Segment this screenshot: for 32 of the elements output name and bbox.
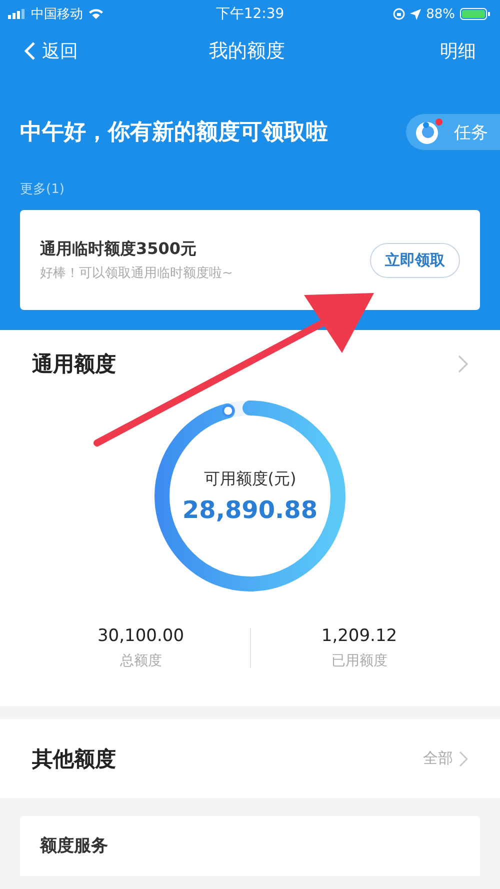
details-button[interactable]: 明细 — [416, 39, 476, 63]
section-title: 额度服务 — [40, 836, 108, 856]
more-link[interactable]: 更多(1) — [20, 180, 64, 198]
signal-icon — [8, 9, 26, 19]
back-chevron-icon — [24, 41, 36, 61]
chevron-right-icon[interactable] — [458, 355, 468, 373]
stat-label: 总额度 — [120, 652, 162, 670]
stat-value: 1,209.12 — [321, 626, 398, 646]
all-link[interactable]: 全部 — [423, 749, 468, 768]
task-button[interactable]: 任务 — [406, 114, 500, 150]
offer-title: 通用临时额度3500元 — [40, 238, 198, 260]
greeting-text: 中午好，你有新的额度可领取啦 — [20, 118, 328, 147]
claim-button[interactable]: 立即领取 — [370, 242, 460, 278]
stat-value: 30,100.00 — [97, 626, 184, 646]
section-title: 通用额度 — [32, 351, 116, 378]
ring-end-dot — [222, 404, 234, 417]
wifi-icon — [88, 8, 104, 20]
stat-label: 已用额度 — [331, 652, 388, 670]
section-title: 其他额度 — [32, 746, 116, 772]
rotation-lock-icon — [393, 8, 406, 20]
battery-icon — [460, 8, 492, 20]
location-icon — [410, 8, 422, 20]
chevron-right-icon — [459, 750, 468, 766]
offer-subtitle: 好棒！可以领取通用临时额度啦~ — [40, 264, 233, 282]
carrier-name: 中国移动 — [31, 6, 83, 23]
available-amount: 28,890.88 — [182, 496, 318, 524]
battery-percent: 88% — [426, 6, 455, 22]
status-time: 下午12:39 — [216, 5, 284, 23]
available-label: 可用额度(元) — [204, 468, 296, 490]
page-title: 我的额度 — [209, 39, 285, 64]
mascot-icon — [414, 117, 444, 147]
back-button[interactable]: 返回 — [24, 39, 78, 63]
